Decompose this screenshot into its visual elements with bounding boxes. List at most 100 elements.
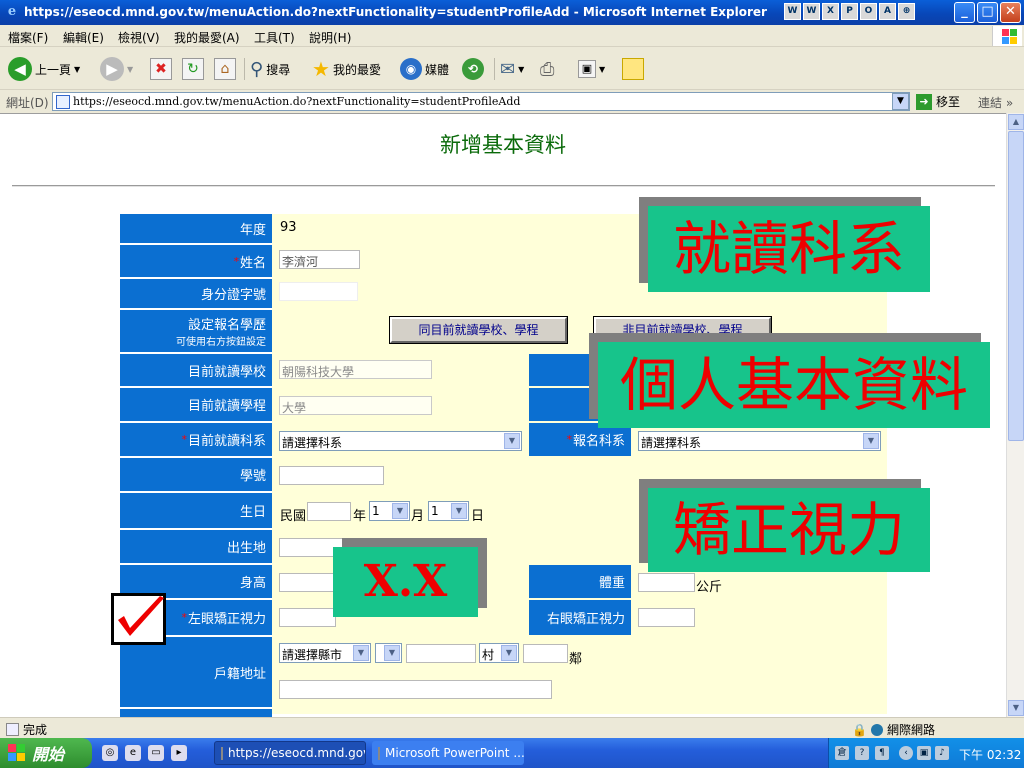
chrome-icon[interactable]: ◎ (102, 745, 118, 761)
access-icon[interactable]: A (879, 3, 896, 20)
menu-tools[interactable]: 工具(T) (254, 29, 295, 46)
page-viewport: 新增基本資料 年度 93 * 姓名 李濟河 身分證字號 設定報名學歷 可使用右方按… (0, 113, 1006, 717)
birth-month-select[interactable]: 1 ▼ (369, 501, 410, 521)
same-school-button[interactable]: 同目前就讀學校、學程 (389, 316, 568, 344)
year-unit: 年 (353, 509, 367, 524)
minimize-button[interactable]: _ (954, 2, 975, 23)
menu-view[interactable]: 檢視(V) (118, 29, 160, 46)
go-label: 移至 (936, 95, 961, 109)
note-icon (622, 58, 644, 80)
county-select[interactable]: 請選擇縣市 ▼ (279, 643, 371, 663)
weight-input[interactable] (638, 573, 695, 592)
status-zone: 🔒 網際網路 (852, 722, 935, 738)
apply-dept-select[interactable]: 請選擇科系 ▼ (638, 431, 881, 451)
birth-day-select[interactable]: 1 ▼ (428, 501, 469, 521)
search-label: 搜尋 (266, 62, 291, 77)
powerpoint-icon (378, 746, 380, 760)
vertical-scrollbar[interactable]: ▲ ▼ (1006, 113, 1024, 717)
birth-year-input[interactable] (307, 502, 351, 521)
excel-icon[interactable]: X (822, 3, 839, 20)
address-dropdown-button[interactable]: ▼ (892, 93, 909, 110)
system-tray: 倉 ? ¶ ‹ ▣ ♪ 下午 02:32 (828, 738, 1024, 768)
menu-bar: 檔案(F) 編輯(E) 檢視(V) 我的最愛(A) 工具(T) 說明(H) (0, 25, 1024, 47)
menu-edit[interactable]: 編輯(E) (63, 29, 104, 46)
help-icon[interactable]: ? (855, 746, 869, 760)
status-done: 完成 (6, 721, 47, 738)
word-icon[interactable]: W (803, 3, 820, 20)
favorites-button[interactable]: ★ 我的最愛 (312, 56, 381, 82)
page-icon (6, 723, 19, 736)
show-desktop-icon[interactable]: ▭ (148, 745, 164, 761)
word-icon[interactable]: W (784, 3, 801, 20)
history-button[interactable]: ⟲ (462, 56, 484, 82)
village-type-select[interactable]: 村 ▼ (479, 643, 519, 663)
titlebar-app-icons: W W X P O A ⊕ (784, 3, 915, 20)
mail-button[interactable]: ✉ ▼ (500, 56, 524, 82)
left-eye-input[interactable] (279, 608, 336, 627)
name-input[interactable]: 李濟河 (279, 250, 360, 269)
dept-select[interactable]: 請選擇科系 ▼ (279, 431, 522, 451)
neighborhood-input[interactable] (523, 644, 568, 663)
scroll-thumb[interactable] (1008, 131, 1024, 441)
globe-icon (870, 723, 883, 736)
id-input[interactable] (279, 282, 358, 301)
windows-logo-icon (8, 744, 26, 762)
chevron-down-icon: ▼ (599, 64, 606, 74)
ime-icon[interactable]: 倉 (835, 746, 849, 760)
stop-button[interactable]: ✖ (150, 56, 172, 82)
address-input[interactable]: https://eseocd.mnd.gov.tw/menuAction.do?… (52, 92, 910, 111)
back-button[interactable]: ◀ 上一頁 ▼ (8, 56, 80, 82)
media-button[interactable]: ◉ 媒體 (400, 56, 449, 82)
stop-icon: ✖ (150, 58, 172, 80)
forward-button[interactable]: ▶ ▼ (100, 56, 133, 82)
birthday-prefix: 民國 (280, 509, 307, 524)
media-player-icon[interactable]: ▸ (171, 745, 187, 761)
chevron-down-icon: ▼ (74, 64, 81, 74)
edit-button[interactable]: ▣ ▼ (578, 56, 605, 82)
task-powerpoint[interactable]: Microsoft PowerPoint ... (372, 741, 524, 765)
address-bar: 網址(D) https://eseocd.mnd.gov.tw/menuActi… (0, 91, 1024, 112)
go-button[interactable]: ➜ 移至 (916, 93, 960, 110)
mail-icon: ✉ (500, 58, 516, 80)
powerpoint-icon[interactable]: P (841, 3, 858, 20)
scroll-up-icon[interactable]: ▲ (1008, 114, 1024, 130)
volume-icon[interactable]: ♪ (935, 746, 949, 760)
chevron-down-icon: ▼ (127, 64, 134, 74)
back-label: 上一頁 (35, 62, 72, 77)
program-input[interactable]: 大學 (279, 396, 432, 415)
refresh-button[interactable]: ↻ (182, 56, 204, 82)
menu-file[interactable]: 檔案(F) (8, 29, 48, 46)
right-eye-input[interactable] (638, 608, 695, 627)
maximize-button[interactable]: □ (977, 2, 998, 23)
next-row-label (120, 709, 272, 717)
scroll-down-icon[interactable]: ▼ (1008, 700, 1024, 716)
menu-help[interactable]: 說明(H) (309, 29, 351, 46)
task-ie[interactable]: https://eseocd.mnd.gov.... (214, 741, 366, 765)
toolbar: ◀ 上一頁 ▼ ▶ ▼ ✖ ↻ ⌂ ⚲ 搜尋 ★ 我的最愛 ◉ 媒體 ⟲ ✉ ▼… (0, 48, 1024, 90)
print-button[interactable]: ⎙ (540, 56, 554, 82)
name-label: * 姓名 (120, 245, 272, 277)
school-input[interactable]: 朝陽科技大學 (279, 360, 432, 379)
taskbar: 開始 ◎ e ▭ ▸ https://eseocd.mnd.gov.... Mi… (0, 738, 1024, 768)
start-button[interactable]: 開始 (0, 738, 92, 768)
search-button[interactable]: ⚲ 搜尋 (250, 56, 290, 82)
outlook-icon[interactable]: O (860, 3, 877, 20)
printer-icon: ⎙ (540, 58, 555, 80)
menu-favorites[interactable]: 我的最愛(A) (174, 29, 240, 46)
address-detail-input[interactable] (279, 680, 552, 699)
student-no-input[interactable] (279, 466, 384, 485)
notes-button[interactable] (622, 56, 644, 82)
ie-icon[interactable]: e (125, 745, 141, 761)
village-input[interactable] (406, 644, 476, 663)
links-label[interactable]: 連結 » (978, 94, 1013, 111)
district-select[interactable]: ▼ (375, 643, 402, 663)
page-title: 新增基本資料 (440, 133, 566, 157)
pen-icon[interactable]: ¶ (875, 746, 889, 760)
close-button[interactable]: ✕ (1000, 2, 1021, 23)
home-button[interactable]: ⌂ (214, 56, 236, 82)
network-icon[interactable]: ▣ (917, 746, 931, 760)
office-icon[interactable]: ⊕ (898, 3, 915, 20)
chevron-left-icon[interactable]: ‹ (899, 746, 913, 760)
history-icon: ⟲ (462, 58, 484, 80)
clock: 下午 02:32 (959, 748, 1022, 762)
